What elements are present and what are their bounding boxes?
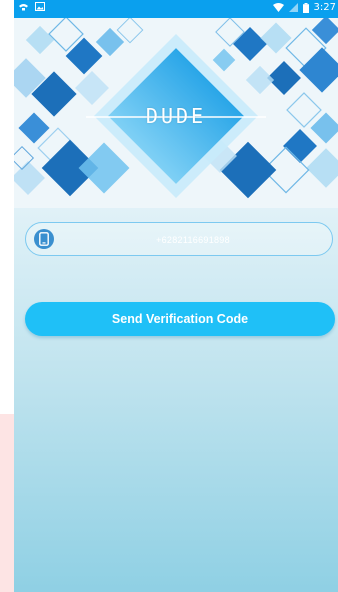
image-icon [35,2,45,11]
send-verification-code-button[interactable]: Send Verification Code [25,302,335,336]
status-bar: 3:27 [14,0,338,18]
app-logo-text: DUDE [145,104,207,128]
phone-number-input[interactable] [66,223,320,257]
notification-icon [18,3,29,11]
no-signal-icon [288,3,298,12]
wifi-icon [272,3,284,12]
phone-number-field[interactable] [25,222,333,257]
side-strip [0,414,14,592]
battery-icon [302,2,309,13]
phone-icon [34,229,54,249]
clock: 3:27 [313,2,336,13]
app-screen: 3:27 DUDE +6282116691898 Send Verificati… [14,0,338,592]
